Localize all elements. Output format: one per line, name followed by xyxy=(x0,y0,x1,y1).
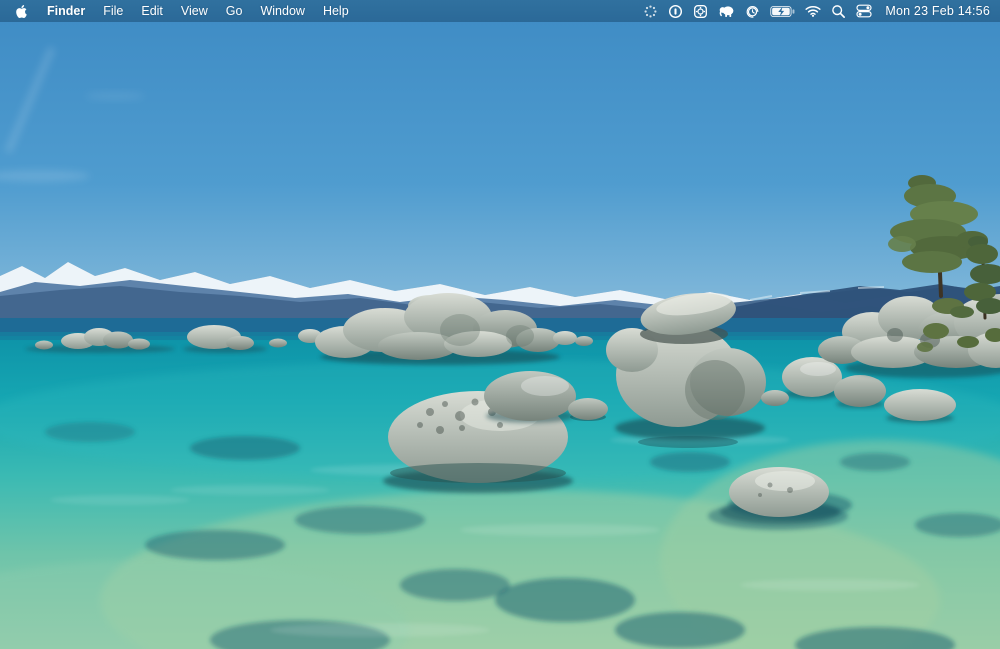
menu-help[interactable]: Help xyxy=(314,4,358,18)
menu-bar-left: Finder File Edit View Go Window Help xyxy=(0,4,358,19)
menubar-clock[interactable]: Mon 23 Feb 14:56 xyxy=(885,4,990,18)
postgres-elephant-icon[interactable] xyxy=(718,4,735,18)
control-center-icon[interactable] xyxy=(856,4,872,18)
gear-app-icon[interactable] xyxy=(693,4,708,19)
apple-logo-icon xyxy=(15,4,28,19)
wifi-icon[interactable] xyxy=(805,5,821,17)
app-ring-icon[interactable] xyxy=(643,4,658,19)
battery-charging-icon[interactable] xyxy=(770,5,795,18)
menu-bar: Finder File Edit View Go Window Help xyxy=(0,0,1000,22)
menu-finder[interactable]: Finder xyxy=(38,4,94,18)
menu-view[interactable]: View xyxy=(172,4,217,18)
menu-file[interactable]: File xyxy=(94,4,132,18)
macos-desktop-screen: Finder File Edit View Go Window Help xyxy=(0,0,1000,649)
desktop[interactable] xyxy=(0,0,1000,649)
time-machine-icon[interactable] xyxy=(745,4,760,19)
menu-window[interactable]: Window xyxy=(251,4,313,18)
spotlight-search-icon[interactable] xyxy=(831,4,846,19)
menu-go[interactable]: Go xyxy=(217,4,252,18)
menu-edit[interactable]: Edit xyxy=(132,4,172,18)
wallpaper-image xyxy=(0,0,1000,649)
apple-menu[interactable] xyxy=(13,4,38,19)
menu-bar-right: Mon 23 Feb 14:56 xyxy=(638,4,1000,19)
password-manager-icon[interactable] xyxy=(668,4,683,19)
